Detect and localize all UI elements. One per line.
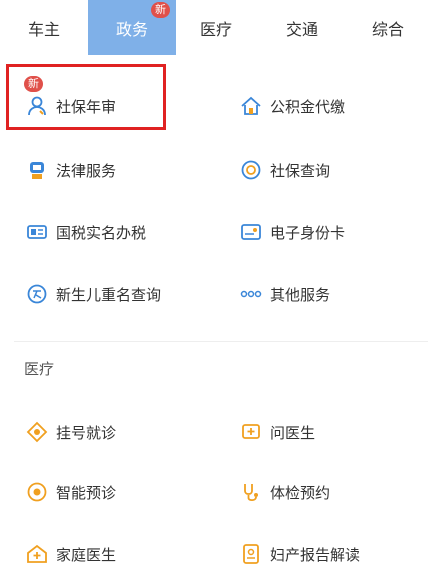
- service-other[interactable]: 其他服务: [240, 274, 330, 314]
- category-tabs: 车主 政务 新 医疗 交通 综合: [0, 0, 428, 55]
- service-social-security-annual-review[interactable]: 新 社保年审: [24, 76, 117, 126]
- tab-medical[interactable]: 医疗: [176, 0, 256, 55]
- more-dots-icon: [240, 283, 262, 305]
- tab-label: 政务: [115, 19, 148, 39]
- service-label: 新生儿重名查询: [56, 285, 162, 304]
- house-icon: [240, 95, 262, 117]
- service-label: 智能预诊: [56, 483, 117, 502]
- service-label: 问医生: [270, 423, 316, 442]
- service-label: 法律服务: [56, 161, 117, 180]
- service-label: 社保年审: [56, 97, 117, 116]
- service-e-id-card[interactable]: 电子身份卡: [240, 212, 345, 252]
- service-legal[interactable]: 法律服务: [26, 150, 116, 190]
- medical-checkup-booking[interactable]: 体检预约: [240, 472, 330, 512]
- service-newborn-name-query[interactable]: 新生儿重名查询: [26, 274, 161, 314]
- service-label: 妇产报告解读: [270, 545, 361, 564]
- tab-general[interactable]: 综合: [348, 0, 428, 55]
- register-icon: [26, 421, 48, 443]
- report-icon: [240, 543, 262, 565]
- service-label: 体检预约: [270, 483, 331, 502]
- medical-smart-diagnosis[interactable]: 智能预诊: [26, 472, 116, 512]
- service-label: 家庭医生: [56, 545, 117, 564]
- service-label: 电子身份卡: [270, 223, 346, 242]
- service-tax-real-name[interactable]: 国税实名办税: [26, 212, 146, 252]
- e-card-icon: [240, 221, 262, 243]
- tab-label: 医疗: [199, 19, 232, 39]
- smart-diagnosis-icon: [26, 481, 48, 503]
- tab-label: 交通: [285, 19, 318, 39]
- person-icon: [26, 95, 48, 117]
- tab-label: 车主: [27, 19, 60, 39]
- new-badge: 新: [151, 2, 170, 18]
- service-label: 国税实名办税: [56, 223, 147, 242]
- chat-doctor-icon: [240, 421, 262, 443]
- stethoscope-icon: [240, 481, 262, 503]
- section-title-medical: 医疗: [24, 360, 55, 378]
- family-doctor-icon: [26, 543, 48, 565]
- service-social-security-query[interactable]: 社保查询: [240, 150, 330, 190]
- new-badge: 新: [24, 76, 43, 92]
- social-security-icon: [240, 159, 262, 181]
- service-label: 挂号就诊: [56, 423, 117, 442]
- medical-obstetrics-report[interactable]: 妇产报告解读: [240, 534, 360, 574]
- medical-ask-doctor[interactable]: 问医生: [240, 412, 315, 452]
- section-divider: [14, 341, 428, 342]
- service-label: 其他服务: [270, 285, 331, 304]
- medical-family-doctor[interactable]: 家庭医生: [26, 534, 116, 574]
- service-housing-fund-payment[interactable]: 公积金代缴: [240, 86, 345, 126]
- medical-register[interactable]: 挂号就诊: [26, 412, 116, 452]
- tab-car-owner[interactable]: 车主: [0, 0, 88, 55]
- name-icon: [26, 283, 48, 305]
- judge-icon: [26, 159, 48, 181]
- service-label: 社保查询: [270, 161, 331, 180]
- tab-traffic[interactable]: 交通: [256, 0, 348, 55]
- service-label: 公积金代缴: [270, 97, 346, 116]
- id-card-icon: [26, 221, 48, 243]
- tab-government[interactable]: 政务 新: [88, 0, 176, 55]
- tab-label: 综合: [371, 19, 404, 39]
